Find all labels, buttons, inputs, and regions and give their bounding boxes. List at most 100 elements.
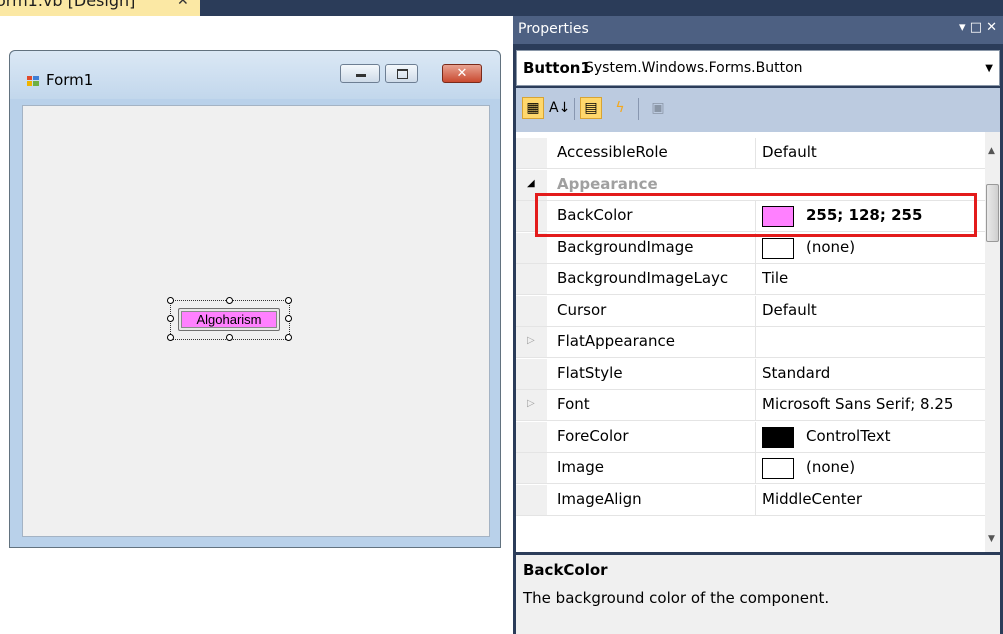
- tab-form1-design[interactable]: orm1.vb [Design] ✕: [0, 0, 200, 16]
- description-text: The background color of the component.: [523, 589, 830, 607]
- property-pages-icon[interactable]: ▣: [647, 97, 669, 119]
- scrollbar[interactable]: ▲ ▼: [985, 132, 1000, 552]
- object-type: System.Windows.Forms.Button: [585, 60, 803, 76]
- property-name: ForeColor: [557, 426, 629, 445]
- row-gutter: [516, 358, 547, 389]
- row-gutter: [516, 421, 547, 452]
- column-divider: [755, 295, 756, 326]
- description-panel: BackColor The background color of the co…: [516, 555, 1000, 634]
- button1-selection[interactable]: Algoharism: [164, 294, 294, 348]
- form-client-area[interactable]: Algoharism: [22, 105, 490, 537]
- property-row[interactable]: Image (none): [516, 453, 985, 484]
- column-divider: [755, 264, 756, 294]
- chevron-down-icon[interactable]: ▼: [985, 63, 993, 74]
- property-value[interactable]: Microsoft Sans Serif; 8.25: [762, 395, 986, 413]
- maximize-button[interactable]: [385, 64, 418, 83]
- minimize-button[interactable]: [340, 64, 380, 83]
- categorized-icon[interactable]: ▦: [522, 97, 544, 119]
- property-value[interactable]: Default: [762, 301, 986, 319]
- properties-icon[interactable]: ▤: [580, 97, 602, 119]
- backcolor-highlight-box: [535, 193, 977, 237]
- color-swatch: [762, 458, 794, 479]
- form-titlebar: Form1 ✕: [10, 51, 500, 99]
- property-value[interactable]: ControlText: [806, 427, 1000, 445]
- properties-window: Properties ▾ □ ✕ Button1 System.Windows.…: [513, 0, 1003, 634]
- object-name: Button1: [523, 59, 591, 77]
- column-divider: [755, 453, 756, 483]
- resize-handle-sw[interactable]: [167, 334, 174, 341]
- scroll-up-icon[interactable]: ▲: [988, 146, 995, 156]
- scroll-down-icon[interactable]: ▼: [988, 534, 995, 544]
- property-name: Image: [557, 458, 604, 476]
- resize-handle-s[interactable]: [226, 334, 233, 341]
- resize-handle-e[interactable]: [285, 315, 292, 322]
- row-gutter: [516, 453, 547, 483]
- column-divider: [755, 358, 756, 389]
- property-value[interactable]: (none): [806, 238, 1000, 256]
- object-selector[interactable]: Button1 System.Windows.Forms.Button ▼: [516, 50, 1000, 86]
- row-gutter: [516, 138, 547, 168]
- properties-toolbar: ▦ A↓ ▤ ϟ ▣: [516, 88, 1000, 132]
- events-icon[interactable]: ϟ: [609, 97, 631, 119]
- property-name: AccessibleRole: [557, 143, 668, 161]
- form1-window[interactable]: Form1 ✕ Algoharism: [9, 50, 501, 548]
- close-icon: ✕: [456, 66, 468, 81]
- property-value[interactable]: Default: [762, 143, 986, 161]
- close-button[interactable]: ✕: [442, 64, 482, 83]
- property-name: FlatAppearance: [557, 332, 675, 350]
- resize-handle-nw[interactable]: [167, 297, 174, 304]
- row-gutter: [516, 295, 547, 326]
- property-name: Appearance: [557, 174, 658, 193]
- property-row[interactable]: ▷ Font Microsoft Sans Serif; 8.25: [516, 390, 985, 421]
- column-divider: [755, 138, 756, 168]
- property-row[interactable]: BackgroundImage (none): [516, 232, 985, 264]
- column-divider: [755, 327, 756, 357]
- designer-tab-strip: orm1.vb [Design] ✕: [0, 0, 513, 16]
- property-row[interactable]: ForeColor ControlText: [516, 421, 985, 453]
- property-name: BackgroundImageLayc: [557, 269, 729, 287]
- property-name: Cursor: [557, 300, 607, 319]
- column-divider: [755, 421, 756, 452]
- color-swatch: [762, 237, 794, 259]
- collapse-icon[interactable]: ◢: [527, 178, 535, 189]
- form-title: Form1: [46, 71, 94, 89]
- property-name: BackgroundImage: [557, 237, 694, 256]
- resize-handle-se[interactable]: [285, 334, 292, 341]
- expand-icon[interactable]: ▷: [527, 398, 535, 409]
- property-row[interactable]: AccessibleRole Default: [516, 138, 985, 169]
- row-gutter: [516, 484, 547, 515]
- scroll-thumb[interactable]: [986, 184, 999, 242]
- property-value[interactable]: MiddleCenter: [762, 490, 986, 508]
- properties-titlebar: Properties ▾ □ ✕: [513, 16, 1003, 44]
- row-gutter: [516, 264, 547, 294]
- property-name: Font: [557, 395, 590, 413]
- alphabetical-icon[interactable]: A↓: [548, 97, 570, 119]
- tab-label: orm1.vb [Design]: [0, 0, 136, 10]
- toolbar-divider: [638, 98, 639, 120]
- expand-icon[interactable]: ▷: [527, 335, 535, 346]
- color-swatch: [762, 426, 794, 448]
- property-value[interactable]: Standard: [762, 364, 986, 382]
- property-row[interactable]: BackgroundImageLayc Tile: [516, 264, 985, 295]
- window-controls-icon[interactable]: ▾ □ ✕: [959, 20, 997, 35]
- property-row[interactable]: ▷ FlatAppearance: [516, 327, 985, 358]
- form-icon: [27, 76, 39, 86]
- column-divider: [755, 390, 756, 420]
- resize-handle-w[interactable]: [167, 315, 174, 322]
- property-row[interactable]: FlatStyle Standard: [516, 358, 986, 390]
- property-row[interactable]: Cursor Default: [516, 295, 986, 327]
- column-divider: [755, 484, 756, 515]
- property-name: FlatStyle: [557, 363, 623, 382]
- row-gutter: [516, 232, 547, 263]
- property-row[interactable]: ImageAlign MiddleCenter: [516, 484, 986, 516]
- property-value[interactable]: (none): [806, 458, 1000, 476]
- tab-close-icon[interactable]: ✕: [177, 0, 189, 9]
- properties-title: Properties: [518, 21, 589, 37]
- toolbar-divider: [574, 98, 575, 120]
- column-divider: [755, 232, 756, 263]
- resize-handle-ne[interactable]: [285, 297, 292, 304]
- algoharism-button[interactable]: Algoharism: [178, 308, 280, 331]
- property-value[interactable]: Tile: [762, 269, 986, 287]
- resize-handle-n[interactable]: [226, 297, 233, 304]
- property-name: ImageAlign: [557, 489, 642, 508]
